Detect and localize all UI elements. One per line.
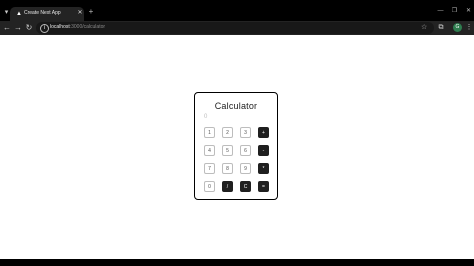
maximize-icon[interactable]: ❐ [450, 7, 459, 16]
profile-avatar[interactable]: G [453, 23, 462, 32]
browser-tab-strip: ▾ ▲ Create Next App ✕ + — ❐ ✕ [0, 0, 474, 21]
digit-0-button[interactable]: 0 [204, 181, 215, 192]
forward-icon[interactable]: → [13, 23, 23, 33]
new-tab-icon[interactable]: + [87, 8, 95, 16]
subtract-button[interactable]: - [258, 145, 269, 156]
digit-4-button[interactable]: 4 [204, 145, 215, 156]
bottom-bar [0, 259, 474, 266]
tab-close-icon[interactable]: ✕ [76, 9, 84, 17]
browser-toolbar: ← → ↻ i localhost:3000/calculator ☆ ⧉ G … [0, 21, 474, 35]
digit-1-button[interactable]: 1 [204, 127, 215, 138]
minimize-icon[interactable]: — [436, 7, 445, 16]
url-text[interactable]: localhost:3000/calculator [50, 24, 105, 30]
digit-7-button[interactable]: 7 [204, 163, 215, 174]
site-info-icon[interactable]: i [40, 24, 49, 33]
digit-5-button[interactable]: 5 [222, 145, 233, 156]
window-close-icon[interactable]: ✕ [464, 7, 473, 16]
digit-6-button[interactable]: 6 [240, 145, 251, 156]
add-button[interactable]: + [258, 127, 269, 138]
tab-title: Create Next App [24, 10, 61, 16]
clear-button[interactable]: C [240, 181, 251, 192]
address-bar[interactable]: i localhost:3000/calculator ☆ [36, 22, 434, 34]
bookmark-star-icon[interactable]: ☆ [421, 23, 427, 33]
digit-9-button[interactable]: 9 [240, 163, 251, 174]
browser-tab[interactable]: ▲ Create Next App ✕ [10, 7, 84, 21]
nextjs-favicon-icon: ▲ [16, 11, 22, 17]
calculator-card: Calculator 0 1 2 3 +4 5 6- 7 8 9 * 0 / C = [194, 92, 278, 200]
extensions-icon[interactable]: ⧉ [436, 23, 446, 33]
multiply-button[interactable]: * [258, 163, 269, 174]
calculator-display: 0 [204, 114, 208, 120]
more-menu-icon[interactable]: ⋮ [464, 23, 474, 33]
back-icon[interactable]: ← [2, 23, 12, 33]
calculator-title: Calculator [214, 101, 258, 111]
digit-3-button[interactable]: 3 [240, 127, 251, 138]
digit-2-button[interactable]: 2 [222, 127, 233, 138]
equals-button[interactable]: = [258, 181, 269, 192]
digit-8-button[interactable]: 8 [222, 163, 233, 174]
reload-icon[interactable]: ↻ [24, 23, 34, 33]
divide-button[interactable]: / [222, 181, 233, 192]
